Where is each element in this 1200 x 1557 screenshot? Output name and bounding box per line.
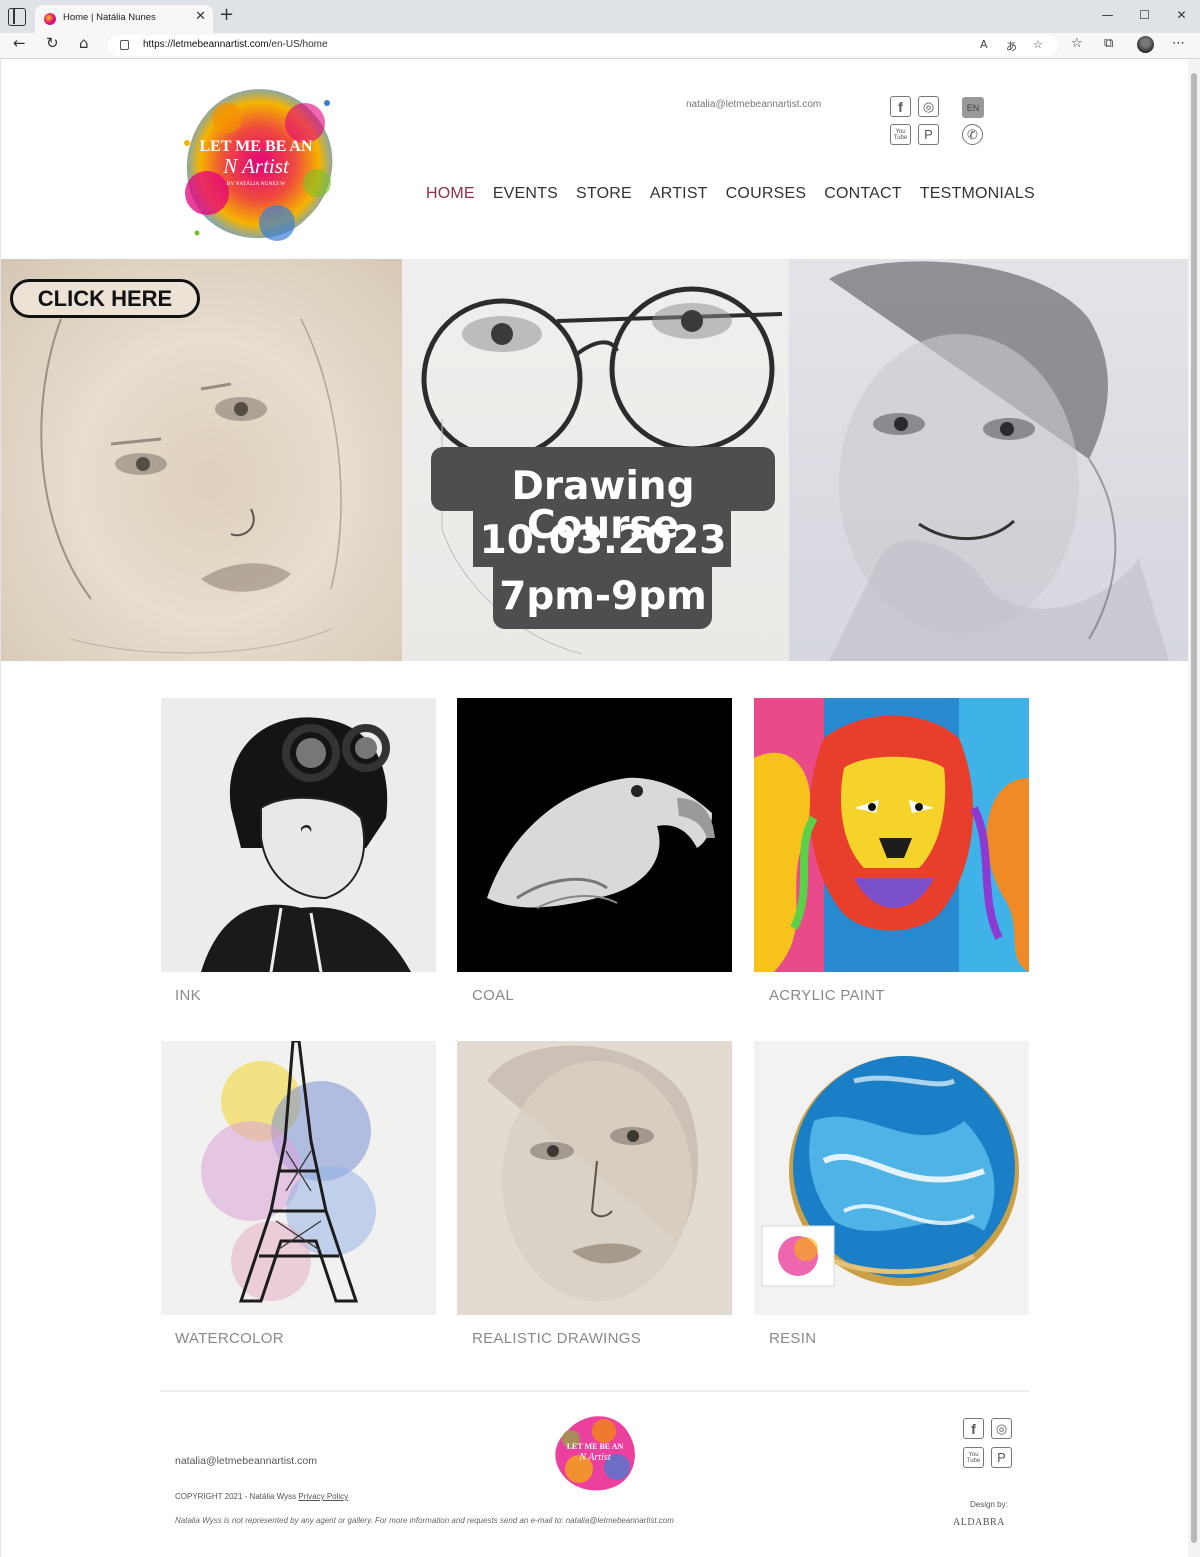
language-selector[interactable]: EN xyxy=(962,97,984,118)
main-nav: HOME EVENTS STORE ARTIST COURSES CONTACT… xyxy=(426,185,1035,203)
gallery-label-ink[interactable]: INK xyxy=(175,987,201,1004)
maximize-button[interactable]: ☐ xyxy=(1126,0,1163,33)
profile-avatar[interactable] xyxy=(1137,36,1154,53)
translate-icon[interactable]: あ xyxy=(1006,38,1017,54)
more-menu-icon[interactable]: ⋯ xyxy=(1172,37,1185,50)
favorites-icon[interactable]: ☆ xyxy=(1071,37,1083,50)
site-favicon-icon xyxy=(44,13,56,25)
gallery-label-coal[interactable]: COAL xyxy=(472,987,514,1004)
site-logo[interactable]: LET ME BE AN N Artist BY NATÁLIA NUNES W xyxy=(167,73,345,251)
footer-copyright: COPYRIGHT 2021 - Natália Wyss Privacy Po… xyxy=(175,1492,349,1501)
gallery-resin-image[interactable] xyxy=(754,1041,1029,1315)
design-by-label: Design by: xyxy=(970,1500,1008,1509)
hero-sketch-woman-right xyxy=(789,259,1189,661)
minimize-button[interactable]: — xyxy=(1089,0,1126,33)
nav-item-testimonials[interactable]: TESTMONIALS xyxy=(920,185,1035,203)
read-aloud-icon[interactable]: A xyxy=(980,38,988,51)
close-tab-icon[interactable]: ✕ xyxy=(195,10,206,23)
footer-logo-line-2: N Artist xyxy=(578,1452,610,1463)
gallery-label-acrylic-paint[interactable]: ACRYLIC PAINT xyxy=(769,987,885,1004)
tab-title: Home | Natália Nunes xyxy=(63,12,156,23)
pinterest-icon[interactable]: P xyxy=(918,124,939,145)
course-date: 10.03.2023 xyxy=(479,518,727,563)
url-text: https://letmebeannartist.com/en-US/home xyxy=(143,39,328,50)
footer-note: Natalia Wyss is not represented by any a… xyxy=(175,1516,674,1525)
youtube-icon[interactable]: You Tube xyxy=(890,124,911,145)
footer-email-link[interactable]: natalia@letmebeannartist.com xyxy=(175,1455,317,1467)
nav-item-contact[interactable]: CONTACT xyxy=(824,185,902,203)
designer-logo[interactable]: ALDABRA xyxy=(953,1517,1005,1528)
nav-item-events[interactable]: EVENTS xyxy=(493,185,558,203)
instagram-icon[interactable]: ◎ xyxy=(918,96,939,117)
course-time: 7pm-9pm xyxy=(499,574,707,619)
footer-youtube-icon[interactable]: You Tube xyxy=(963,1447,984,1468)
footer-facebook-icon[interactable]: f xyxy=(963,1418,984,1439)
header-email-link[interactable]: natalia@letmebeannartist.com xyxy=(686,99,821,110)
whatsapp-icon[interactable]: ✆ xyxy=(962,124,983,145)
privacy-policy-link[interactable]: Privacy Policy xyxy=(298,1492,348,1501)
hero-sketch-woman-left: CLICK HERE xyxy=(1,259,402,661)
gallery-realistic-drawings-image[interactable] xyxy=(457,1041,732,1315)
hero-banner[interactable]: CLICK HERE Drawing Course 10.03.2023 7pm… xyxy=(1,259,1189,661)
lock-icon[interactable] xyxy=(120,40,129,50)
logo-line-2: N Artist xyxy=(222,154,290,178)
logo-line-1: LET ME BE AN xyxy=(199,138,313,155)
tab-actions-icon[interactable] xyxy=(8,8,26,26)
footer-instagram-icon[interactable]: ◎ xyxy=(991,1418,1012,1439)
footer-divider xyxy=(161,1390,1029,1392)
footer-logo-line-1: LET ME BE AN xyxy=(567,1442,624,1451)
gallery-coal-image[interactable] xyxy=(457,698,732,972)
gallery-label-watercolor[interactable]: WATERCOLOR xyxy=(175,1330,284,1347)
scrollbar-thumb[interactable] xyxy=(1191,73,1197,1543)
gallery-label-resin[interactable]: RESIN xyxy=(769,1330,816,1347)
nav-item-store[interactable]: STORE xyxy=(576,185,632,203)
web-page: LET ME BE AN N Artist BY NATÁLIA NUNES W… xyxy=(0,59,1189,1557)
nav-item-home[interactable]: HOME xyxy=(426,185,475,203)
collections-icon[interactable]: ⧉ xyxy=(1104,37,1113,50)
page-scrollbar[interactable] xyxy=(1188,59,1200,1557)
click-here-button[interactable]: CLICK HERE xyxy=(10,279,200,318)
footer-logo[interactable]: LET ME BE AN N Artist xyxy=(549,1409,641,1495)
browser-tab-home[interactable]: Home | Natália Nunes ✕ xyxy=(35,5,213,33)
nav-item-courses[interactable]: COURSES xyxy=(726,185,807,203)
gallery-watercolor-image[interactable] xyxy=(161,1041,436,1315)
home-icon[interactable]: ⌂ xyxy=(79,36,89,51)
address-bar-row: ← ↻ ⌂ https://letmebeannartist.com/en-US… xyxy=(0,33,1200,59)
footer-pinterest-icon[interactable]: P xyxy=(991,1447,1012,1468)
gallery-ink-image[interactable] xyxy=(161,698,436,972)
close-window-button[interactable]: ✕ xyxy=(1163,0,1200,33)
add-favorite-icon[interactable]: ☆ xyxy=(1033,38,1043,51)
url-field[interactable]: https://letmebeannartist.com/en-US/home … xyxy=(108,35,1058,56)
new-tab-button[interactable]: + xyxy=(219,6,234,24)
back-icon[interactable]: ← xyxy=(13,36,26,51)
logo-line-3: BY NATÁLIA NUNES W xyxy=(227,179,286,187)
refresh-icon[interactable]: ↻ xyxy=(46,36,59,51)
gallery-label-realistic-drawings[interactable]: REALISTIC DRAWINGS xyxy=(472,1330,641,1347)
window-controls: — ☐ ✕ xyxy=(1089,0,1200,33)
gallery-acrylic-paint-image[interactable] xyxy=(754,698,1029,972)
nav-item-artist[interactable]: ARTIST xyxy=(650,185,708,203)
browser-tab-bar: Home | Natália Nunes ✕ + — ☐ ✕ xyxy=(0,0,1200,33)
facebook-icon[interactable]: f xyxy=(890,96,911,117)
